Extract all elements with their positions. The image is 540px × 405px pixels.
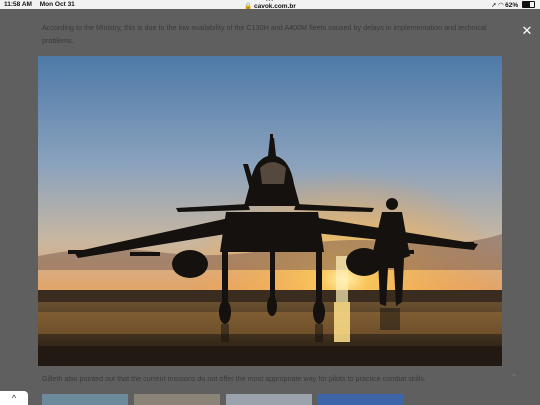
status-right: ➚ ◠ 62% [491,1,535,9]
thumbnail-2[interactable] [134,394,220,405]
expand-up-button[interactable]: ^ [0,391,28,405]
wifi-icon: ◠ [498,2,504,9]
chevron-up-icon: ^ [11,393,17,403]
close-icon[interactable]: ✕ [520,24,534,38]
thumbnail-1[interactable] [42,394,128,405]
article-paragraph-top: According to the Ministry, this is due t… [42,23,487,45]
location-icon: ➚ [491,2,497,9]
battery-icon [522,1,535,8]
lightbox-image [38,56,502,366]
scroll-up-icon[interactable]: ⌃ [506,372,522,386]
status-bar: 11:58 AM Mon Oct 31 ••• 🔒 cavok.com.br ➚… [0,0,540,10]
thumbnail-3[interactable] [226,394,312,405]
battery-percent: 62% [505,2,519,9]
article-paragraph-bottom: Gilleth also pointed out that the curren… [42,374,426,383]
thumbnail-4[interactable] [318,394,404,405]
jet-sunset-illustration [38,56,502,366]
